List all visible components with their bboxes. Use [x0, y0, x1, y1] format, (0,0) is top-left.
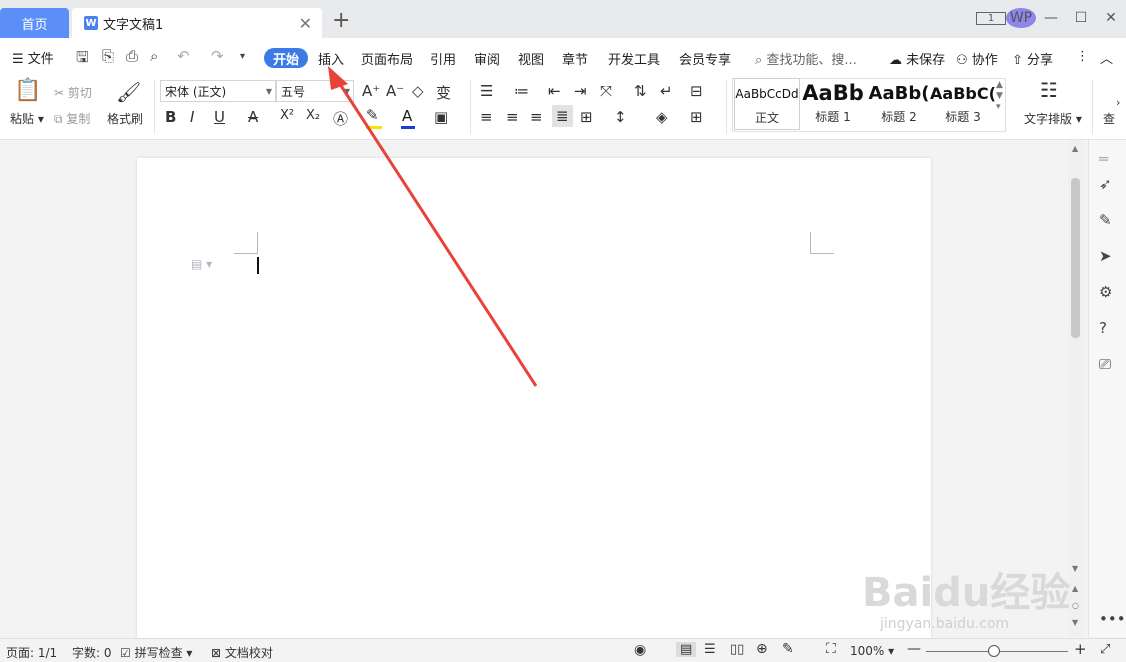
eye-protection-icon[interactable]: ◉ — [634, 642, 646, 658]
zoom-slider-handle[interactable] — [988, 645, 1000, 657]
zoom-label: 100% — [850, 644, 885, 658]
web-view-icon[interactable]: ⊕ — [756, 641, 768, 657]
spellcheck-button[interactable]: ☑ 拼写检查 ▾ — [120, 644, 192, 661]
fullscreen-icon[interactable]: ⤢ — [1100, 642, 1110, 657]
read-mode-icon[interactable]: ▯▯ — [730, 642, 744, 657]
zoom-level[interactable]: 100% ▾ — [850, 644, 894, 658]
outline-view-icon[interactable]: ☰ — [704, 642, 716, 657]
red-arrow-annotation — [328, 66, 538, 387]
fit-page-icon[interactable]: ⛶ — [826, 641, 836, 657]
proofread-label: 文档校对 — [224, 646, 273, 660]
zoom-in-icon[interactable]: + — [1074, 640, 1087, 658]
proofread-icon: ⊠ — [211, 646, 222, 660]
writing-mode-icon[interactable]: ✎ — [782, 641, 794, 657]
spellcheck-label: 拼写检查 — [134, 646, 183, 660]
page-view-icon[interactable]: ▤ — [676, 642, 697, 657]
checkbox-icon: ☑ — [120, 646, 131, 660]
status-bar: 页面: 1/1 字数: 0 ☑ 拼写检查 ▾ ⊠ 文档校对 ◉ ▤ ☰ ▯▯ ⊕… — [0, 638, 1126, 662]
proofread-button[interactable]: ⊠ 文档校对 — [211, 644, 273, 661]
zoom-out-icon[interactable]: — — [907, 641, 921, 657]
page-count[interactable]: 页面: 1/1 — [6, 644, 57, 661]
word-count[interactable]: 字数: 0 — [72, 644, 112, 661]
